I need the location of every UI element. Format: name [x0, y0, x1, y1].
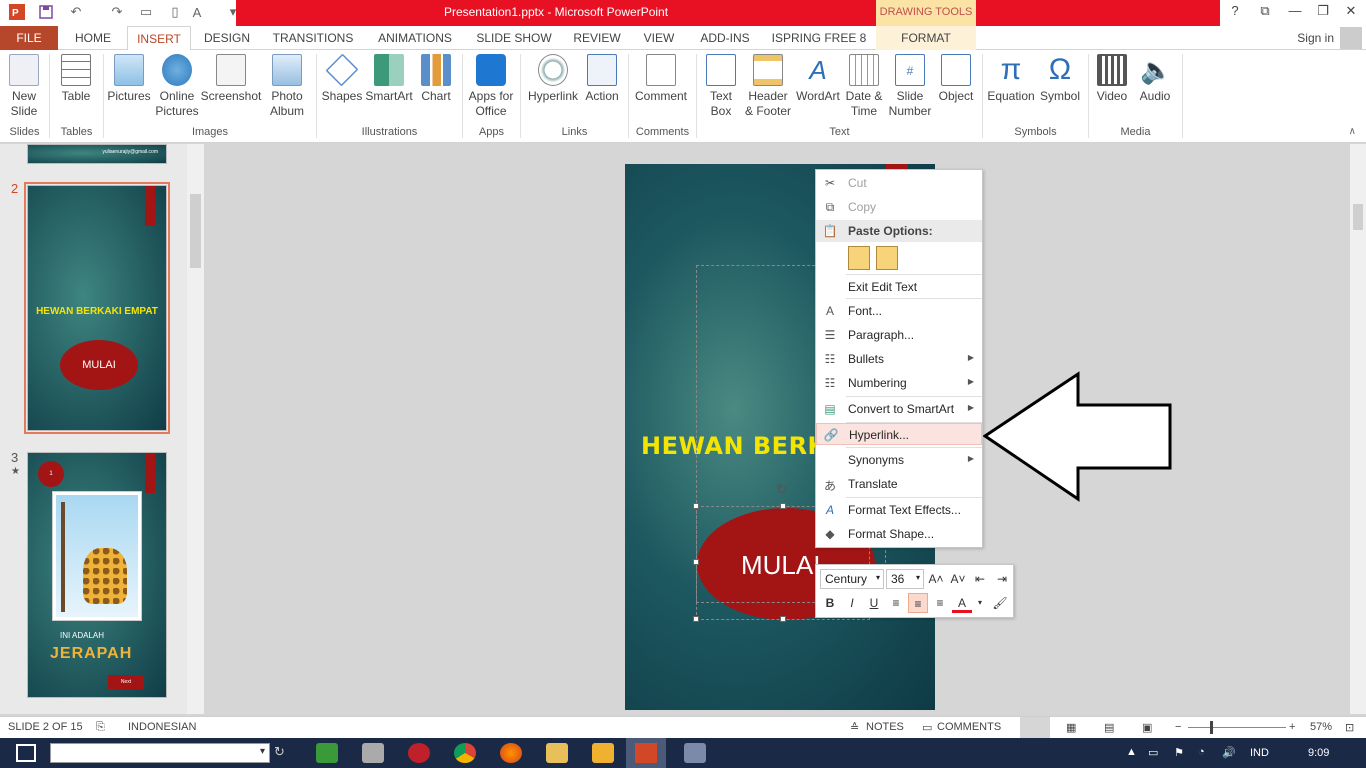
reading-view-icon[interactable]: ▤: [1104, 721, 1114, 734]
align-center-icon[interactable]: ≡: [908, 593, 928, 613]
grow-font-icon[interactable]: A˄: [926, 569, 946, 589]
notes-button[interactable]: NOTES: [866, 721, 904, 733]
menu-cut[interactable]: ✂ Cut: [816, 172, 982, 194]
paste-icon: 📋: [822, 224, 838, 238]
bold-button[interactable]: B: [820, 593, 840, 613]
menu-format-shape[interactable]: ◆ Format Shape...: [816, 523, 982, 545]
clock[interactable]: 9:09: [1308, 747, 1329, 759]
app-icon-paint[interactable]: [684, 743, 706, 763]
zoom-out-icon[interactable]: −: [1175, 721, 1181, 733]
translate-icon: あ: [823, 479, 836, 493]
submenu-arrow-icon: ▶: [967, 353, 974, 362]
normal-view-button[interactable]: [1020, 717, 1050, 738]
app-icon-green[interactable]: [316, 743, 338, 763]
menu-paragraph[interactable]: ☰ Paragraph...: [816, 324, 982, 346]
menu-bullets[interactable]: ☷ Bullets ▶: [816, 348, 982, 370]
font-name-box[interactable]: Century ▾: [820, 569, 884, 589]
slide-sorter-icon[interactable]: ▦: [1066, 721, 1076, 734]
submenu-arrow-icon: ▶: [967, 454, 974, 463]
format-shape-icon: ◆: [825, 527, 835, 541]
menu-translate[interactable]: あ Translate: [816, 473, 982, 495]
font-color-button[interactable]: A: [952, 593, 972, 613]
fit-slide-icon[interactable]: ⊡: [1345, 721, 1354, 734]
chevron-down-icon: ▾: [259, 746, 265, 757]
submenu-arrow-icon: ▶: [967, 377, 974, 386]
decrease-indent-icon[interactable]: ⇤: [970, 569, 990, 589]
hyperlink-menu-icon: 🔗: [823, 428, 839, 442]
increase-indent-icon[interactable]: ⇥: [992, 569, 1012, 589]
battery-icon[interactable]: ▭: [1148, 746, 1158, 759]
format-painter-icon[interactable]: 🖌: [990, 593, 1010, 613]
zoom-slider[interactable]: [1188, 727, 1286, 728]
menu-copy[interactable]: ⧉ Copy: [816, 196, 982, 218]
context-menu: ✂ Cut ⧉ Copy 📋 Paste Options: Exit Edit Tex…: [815, 169, 983, 548]
paragraph-icon: ☰: [824, 328, 836, 342]
menu-convert-smartart[interactable]: ▤ Convert to SmartArt ▶: [816, 398, 982, 420]
font-icon: A: [825, 304, 834, 318]
menu-format-text-effects[interactable]: A Format Text Effects...: [816, 499, 982, 521]
mini-toolbar: Century ▾ 36 ▾ A˄ A˅ ⇤ ⇥ B I U ≡ ≡ ≡ A ▾ 🖌: [815, 564, 1014, 618]
taskbar-search-input[interactable]: ▾: [50, 743, 270, 763]
menu-exit-edit-text[interactable]: Exit Edit Text: [816, 276, 982, 298]
slide-count: SLIDE 2 OF 15: [8, 721, 83, 733]
app-icon-red[interactable]: [408, 743, 430, 763]
wifi-icon[interactable]: ◔: [1198, 746, 1205, 758]
paste-keep-format-icon[interactable]: [848, 246, 870, 270]
chevron-down-icon: ▾: [915, 573, 920, 582]
start-icon[interactable]: [16, 744, 36, 762]
menu-synonyms[interactable]: Synonyms ▶: [816, 449, 982, 471]
powerpoint-taskbar-button[interactable]: [626, 738, 666, 768]
italic-button[interactable]: I: [842, 593, 862, 613]
file-explorer-icon[interactable]: [546, 743, 568, 763]
smartart-menu-icon: ▤: [824, 402, 836, 416]
chrome-icon[interactable]: [454, 743, 476, 763]
status-bar: SLIDE 2 OF 15 ⎘ INDONESIAN ≙ NOTES ▭ COM…: [0, 716, 1366, 738]
chevron-down-icon[interactable]: ▾: [970, 593, 990, 613]
bullets-icon: ☷: [824, 352, 836, 366]
spell-check-icon[interactable]: ⎘: [96, 721, 105, 734]
slideshow-icon[interactable]: ▣: [1142, 721, 1152, 734]
menu-numbering[interactable]: ☷ Numbering ▶: [816, 372, 982, 394]
comments-icon[interactable]: ▭: [922, 721, 932, 734]
align-left-icon[interactable]: ≡: [886, 593, 906, 613]
menu-paste-options: 📋 Paste Options:: [816, 220, 982, 242]
volume-icon[interactable]: 🔊: [1222, 746, 1236, 759]
annotation-arrow: [982, 371, 1172, 502]
copy-icon: ⧉: [825, 200, 835, 214]
menu-font[interactable]: A Font...: [816, 300, 982, 322]
app-icon-gray[interactable]: [362, 743, 384, 763]
notes-icon[interactable]: ≙: [850, 721, 859, 734]
zoom-slider-thumb[interactable]: [1210, 721, 1213, 734]
paste-picture-icon[interactable]: [876, 246, 898, 270]
scissors-icon: ✂: [824, 176, 836, 190]
zoom-in-icon[interactable]: +: [1289, 721, 1295, 733]
numbering-icon: ☷: [824, 376, 836, 390]
language-indicator[interactable]: INDONESIAN: [128, 721, 196, 733]
font-size-box[interactable]: 36 ▾: [886, 569, 924, 589]
comments-button[interactable]: COMMENTS: [937, 721, 1001, 733]
media-player-icon[interactable]: [592, 743, 614, 763]
align-right-icon[interactable]: ≡: [930, 593, 950, 613]
chevron-down-icon: ▾: [875, 573, 880, 582]
refresh-icon[interactable]: ↻: [274, 744, 285, 760]
submenu-arrow-icon: ▶: [967, 403, 974, 412]
input-language[interactable]: IND: [1250, 747, 1269, 759]
zoom-level[interactable]: 57%: [1310, 721, 1332, 733]
tray-up-arrow-icon[interactable]: ▲: [1126, 746, 1137, 758]
windows-taskbar: ▾ ↻ ▲ ▭ ⚑ ◔ 🔊 IND 9:09: [0, 738, 1366, 768]
shrink-font-icon[interactable]: A˅: [948, 569, 968, 589]
firefox-icon[interactable]: [500, 743, 522, 763]
menu-hyperlink[interactable]: 🔗 Hyperlink...: [816, 423, 982, 445]
underline-button[interactable]: U: [864, 593, 884, 613]
flag-icon[interactable]: ⚑: [1174, 746, 1184, 759]
text-effects-icon: A: [825, 503, 834, 517]
